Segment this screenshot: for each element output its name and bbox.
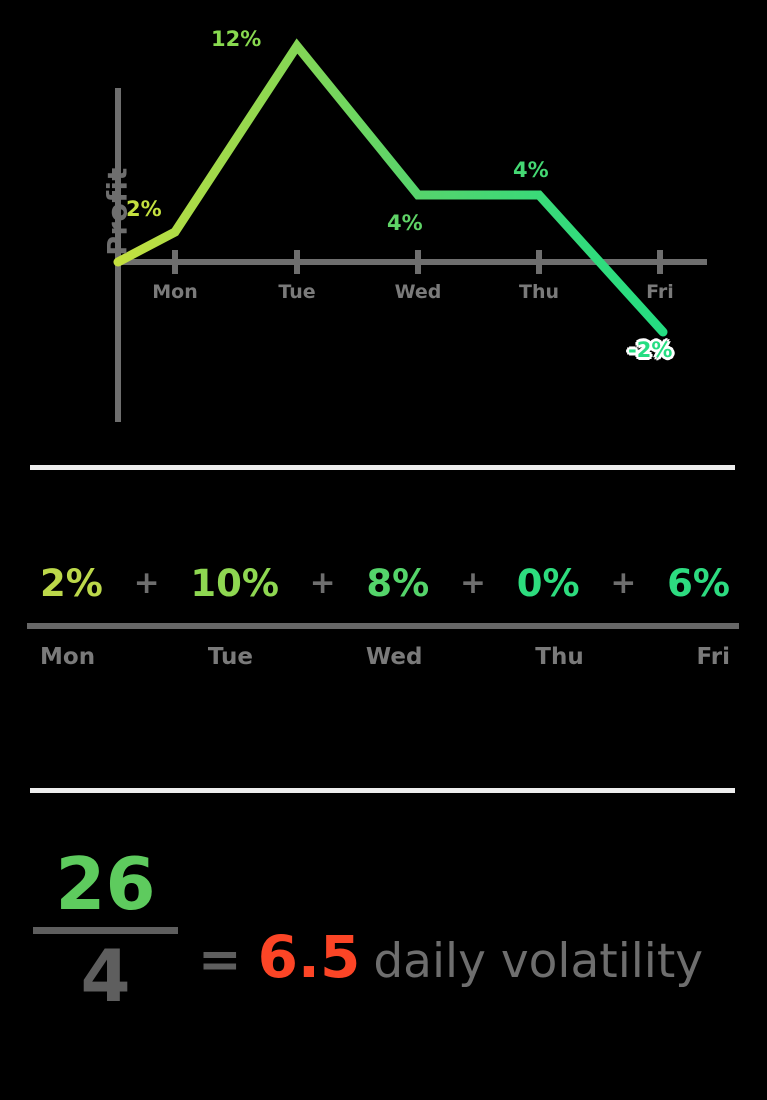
data-label-mon: 2%	[126, 197, 162, 221]
sum-day-label-thu: Thu	[535, 644, 584, 670]
sum-day-label-fri: Fri	[696, 644, 730, 670]
sum-term-tue: 10%	[190, 561, 279, 605]
equals-sign: =	[198, 930, 242, 990]
x-tick-label-mon: Mon	[152, 281, 198, 303]
sum-terms-row: 2% + 10% + 8% + 0% + 6%	[40, 553, 730, 613]
sum-day-label-wed: Wed	[365, 644, 423, 670]
data-label-tue: 12%	[211, 27, 262, 51]
tick-thu	[536, 250, 542, 274]
sum-day-label-mon: Mon	[40, 644, 96, 670]
volatility-caption: daily volatility	[373, 934, 704, 989]
tick-mon	[172, 250, 178, 274]
average-fraction: 26 4	[33, 845, 178, 1016]
sum-day-label-tue: Tue	[207, 644, 254, 670]
sum-days-row: Mon Tue Wed Thu Fri	[40, 637, 730, 677]
profit-chart-panel: Profit Mon Tue Wed Thu Fri 2% 12% 4% 4% …	[0, 0, 767, 440]
volatility-result-panel: 26 4 = 6.5 daily volatility	[0, 820, 767, 1100]
plus-operator-1: +	[133, 565, 160, 601]
tick-wed	[415, 250, 421, 274]
x-axis-line	[115, 259, 707, 265]
divider-sum-underline	[27, 623, 739, 629]
plus-operator-2: +	[309, 565, 336, 601]
fraction-numerator: 26	[55, 842, 156, 926]
result-equation: = 6.5 daily volatility	[198, 928, 703, 991]
x-tick-label-fri: Fri	[646, 281, 674, 303]
x-tick-label-tue: Tue	[278, 281, 316, 303]
tick-tue	[294, 250, 300, 274]
divider-bottom	[30, 788, 735, 793]
daily-change-sum-panel: 2% + 10% + 8% + 0% + 6% Mon Tue Wed Thu …	[0, 545, 767, 695]
data-label-wed: 4%	[387, 211, 423, 235]
plus-operator-4: +	[610, 565, 637, 601]
plus-operator-3: +	[460, 565, 486, 601]
x-tick-label-wed: Wed	[394, 281, 442, 303]
sum-term-wed: 8%	[366, 561, 430, 605]
sum-term-mon: 2%	[40, 561, 103, 605]
x-tick-label-thu: Thu	[518, 281, 559, 303]
data-label-fri: -2%	[628, 338, 673, 362]
data-label-thu: 4%	[513, 158, 549, 182]
sum-term-thu: 0%	[516, 561, 580, 605]
tick-fri	[657, 250, 663, 274]
sum-term-fri: 6%	[667, 561, 730, 605]
fraction-bar	[33, 927, 178, 934]
volatility-value: 6.5	[257, 923, 361, 991]
fraction-denominator: 4	[80, 934, 131, 1018]
divider-top	[30, 465, 735, 470]
